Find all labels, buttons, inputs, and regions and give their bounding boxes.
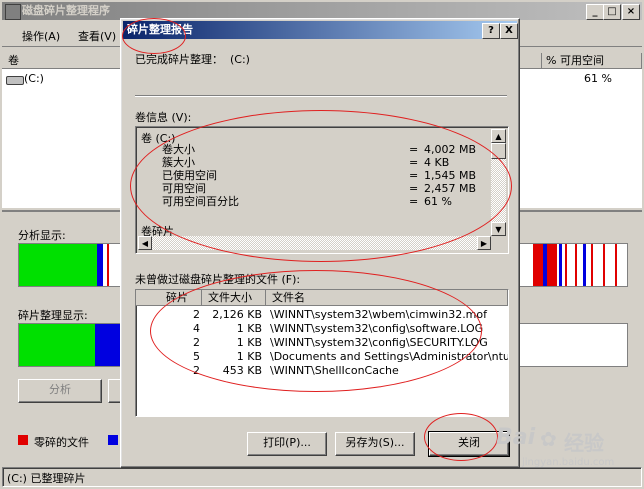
- contiguous-block: [97, 244, 103, 286]
- minimize-button[interactable]: _: [586, 4, 604, 20]
- annotation-circle-files: [150, 270, 482, 392]
- volume-free-pct: 61 %: [584, 72, 612, 85]
- system-files-block: [19, 244, 97, 286]
- help-button[interactable]: ?: [482, 23, 500, 39]
- frag-block: [591, 244, 593, 286]
- system-files-block: [19, 324, 95, 366]
- annotation-circle-close: [424, 413, 498, 461]
- col-free-pct-header[interactable]: % 可用空间: [542, 53, 642, 69]
- frag-block: [547, 244, 557, 286]
- status-text: (C:) 已整理碎片: [7, 472, 86, 485]
- maximize-button[interactable]: □: [603, 4, 621, 20]
- print-button[interactable]: 打印(P)...: [247, 432, 327, 456]
- frag-block: [533, 244, 543, 286]
- frag-block: [565, 244, 567, 286]
- dialog-close-x-button[interactable]: X: [500, 23, 518, 39]
- separator: [135, 95, 507, 97]
- analysis-label: 分析显示:: [18, 229, 66, 242]
- save-as-button[interactable]: 另存为(S)...: [335, 432, 415, 456]
- scroll-down-arrow-icon[interactable]: ▼: [491, 222, 506, 236]
- baidu-watermark: Bai ✿ 经验 jingyan.baidu.com: [496, 425, 642, 475]
- frag-block: [575, 244, 577, 286]
- menu-action[interactable]: 操作(A): [22, 28, 60, 44]
- legend-contiguous-swatch: [108, 435, 118, 445]
- contiguous-block: [559, 244, 562, 286]
- contiguous-block: [95, 324, 121, 366]
- volume-name: (C:): [24, 72, 44, 85]
- scroll-left-arrow-icon[interactable]: ◀: [138, 236, 152, 250]
- annotation-circle-volume-info: [130, 110, 512, 262]
- frag-block: [107, 244, 109, 286]
- scroll-right-arrow-icon[interactable]: ▶: [477, 236, 491, 250]
- watermark-url: jingyan.baidu.com: [522, 457, 615, 468]
- paw-icon: ✿: [540, 427, 557, 451]
- watermark-brand-tail: 经验: [564, 431, 604, 455]
- annotation-circle-title: [122, 18, 186, 54]
- volume-info-label: 卷信息 (V):: [135, 111, 192, 124]
- frag-block: [603, 244, 605, 286]
- main-title: 磁盘碎片整理程序: [22, 4, 110, 17]
- col-volume-header[interactable]: 卷: [2, 53, 122, 69]
- menu-view[interactable]: 查看(V): [78, 28, 116, 44]
- close-window-button[interactable]: ×: [622, 4, 640, 20]
- frag-block: [615, 244, 617, 286]
- app-icon: [5, 4, 21, 20]
- analyze-button[interactable]: 分析: [18, 379, 102, 403]
- scroll-up-arrow-icon[interactable]: ▲: [491, 129, 506, 143]
- defrag-label: 碎片整理显示:: [18, 309, 88, 322]
- contiguous-block: [583, 244, 586, 286]
- legend-fragmented-swatch: [18, 435, 28, 445]
- legend-fragmented-label: 零碎的文件: [34, 436, 89, 449]
- watermark-brand: Bai: [496, 425, 536, 450]
- drive-icon: [6, 76, 24, 85]
